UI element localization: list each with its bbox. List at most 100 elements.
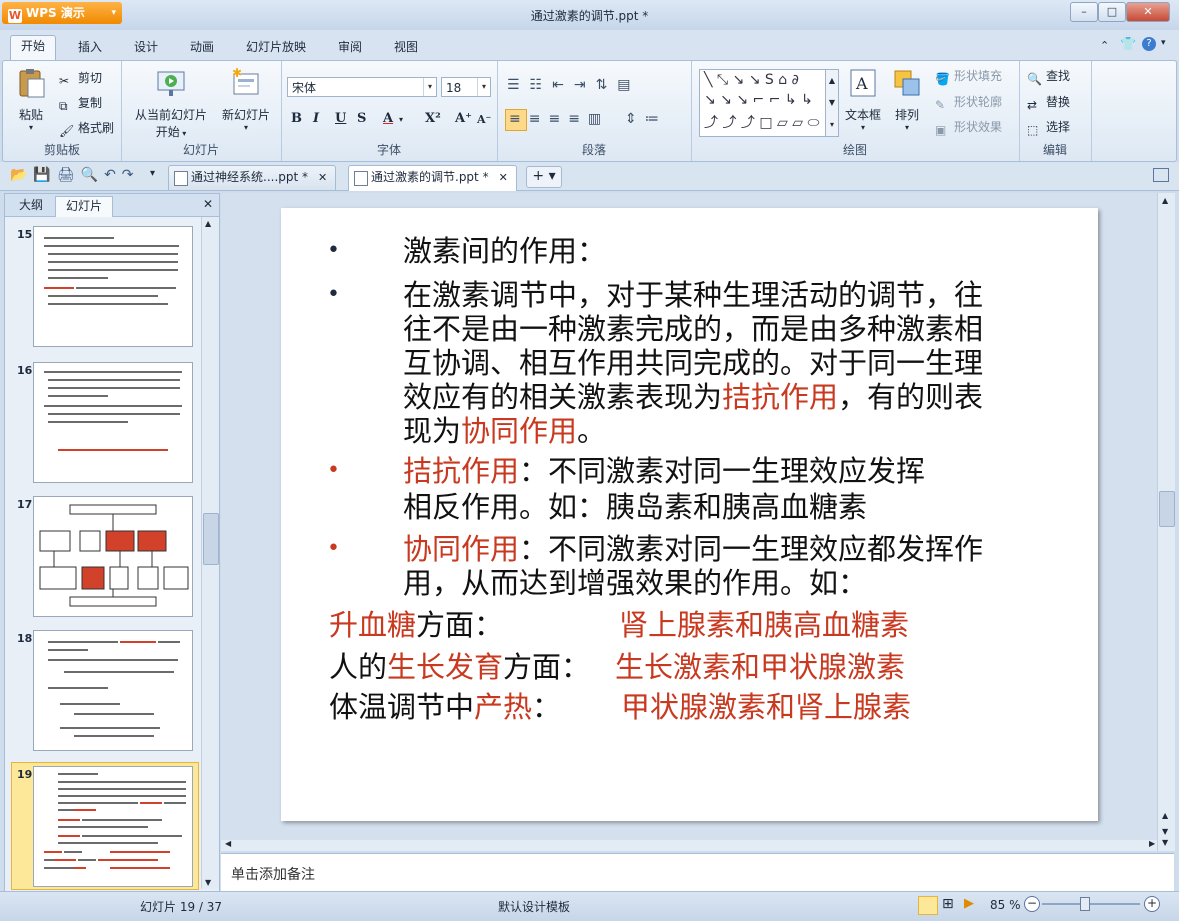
- zoom-slider-thumb[interactable]: [1080, 897, 1090, 911]
- slide-text-line[interactable]: 拮抗作用：不同激素对同一生理效应发挥: [403, 454, 925, 488]
- shapes-gallery[interactable]: ╲ ⤡ ↘ ↘ S ⌂ ∂ ↘ ↘ ↘ ⌐ ⌐ ↳ ↳ ⤴ ⤴ ⤴ □ ▱ ▱ …: [699, 69, 827, 137]
- copy-button[interactable]: ⧉ 复制: [59, 94, 102, 115]
- shape-fill-button[interactable]: 🪣 形状填充: [935, 67, 1002, 88]
- strikethrough-button[interactable]: S: [357, 111, 366, 126]
- slide-text-line[interactable]: 现为协同作用。: [403, 414, 606, 448]
- slide-thumbnail[interactable]: [33, 496, 193, 617]
- editing-group: 🔍 查找 ⇄ 替换 ⬚ 选择 编辑: [1019, 61, 1092, 161]
- zoom-out-button[interactable]: −: [1024, 896, 1040, 912]
- slide-horizontal-scrollbar[interactable]: ◀ ▶: [221, 839, 1157, 851]
- tab-outline[interactable]: 大纲: [9, 196, 53, 216]
- slide-thumbnail[interactable]: [33, 226, 193, 347]
- scroll-left-icon[interactable]: ◀: [225, 839, 231, 848]
- collapse-ribbon-icon[interactable]: ⌃: [1100, 39, 1109, 52]
- slide-text-line[interactable]: 在激素调节中，对于某种生理活动的调节，往: [403, 278, 983, 312]
- arrow-shape-icon[interactable]: ↘ ↘ ↘ ⌐ ⌐ ↳ ↳: [704, 92, 813, 108]
- arrange-button[interactable]: 排列 ▾: [887, 67, 927, 132]
- shape-effect-button[interactable]: ▣ 形状效果: [935, 118, 1002, 139]
- italic-button[interactable]: I: [313, 111, 319, 126]
- slide-text-line[interactable]: 用，从而达到增强效果的作用。如：: [403, 566, 867, 600]
- scroll-down-icon[interactable]: ▼: [1162, 827, 1168, 836]
- superscript-button[interactable]: X²: [425, 111, 441, 126]
- restore-pane-icon[interactable]: [1153, 168, 1169, 182]
- tab-slideshow[interactable]: 幻灯片放映: [236, 37, 316, 59]
- quick-access-toolbar[interactable]: 📂💾🖨🔍↶↷: [10, 167, 140, 183]
- tab-review[interactable]: 审阅: [328, 37, 372, 59]
- find-button[interactable]: 🔍 查找: [1027, 67, 1070, 88]
- slide-text-line[interactable]: 相反作用。如：胰岛素和胰高血糖素: [403, 490, 867, 524]
- font-size-select[interactable]: 18 ▾: [441, 77, 491, 97]
- grow-font-button[interactable]: A⁺: [455, 111, 472, 126]
- slides-pane-scrollbar[interactable]: ▲ ▼: [201, 217, 219, 889]
- slide-text-line[interactable]: 体温调节中产热： 甲状腺激素和肾上腺素: [329, 690, 911, 724]
- font-name-select[interactable]: 宋体 ▾: [287, 77, 437, 97]
- tab-slides[interactable]: 幻灯片: [55, 196, 114, 217]
- tab-animation[interactable]: 动画: [180, 37, 224, 59]
- slide-vertical-scrollbar[interactable]: ▲ ▲ ▼ ▼: [1157, 193, 1175, 851]
- line-shape-icon[interactable]: ╲ ⤡ ↘ ↘ S ⌂ ∂: [704, 72, 799, 88]
- tab-home[interactable]: 开始: [10, 35, 57, 61]
- zoom-slider-track[interactable]: [1042, 903, 1140, 905]
- normal-view-icon[interactable]: [918, 896, 938, 915]
- slide-text-line[interactable]: 升血糖方面： 肾上腺素和胰高血糖素: [329, 608, 909, 642]
- zoom-in-button[interactable]: +: [1144, 896, 1160, 912]
- new-slide-button[interactable]: ✱ 新幻灯片 ▾: [217, 66, 275, 132]
- font-color-button[interactable]: A: [383, 111, 393, 126]
- help-dropdown-icon[interactable]: ▾: [1161, 38, 1166, 48]
- slide-text-line[interactable]: 协同作用：不同激素对同一生理效应都发挥作: [403, 532, 983, 566]
- close-tab-icon[interactable]: ✕: [318, 171, 327, 184]
- close-button[interactable]: ✕: [1126, 2, 1170, 22]
- bold-button[interactable]: B: [291, 111, 302, 126]
- close-tab-icon[interactable]: ✕: [499, 171, 508, 184]
- next-slide-icon[interactable]: ▼: [1162, 838, 1168, 847]
- maximize-button[interactable]: □: [1098, 2, 1126, 22]
- skin-icon[interactable]: 👕: [1120, 37, 1136, 52]
- notes-pane[interactable]: 单击添加备注: [221, 853, 1174, 891]
- scroll-down-icon[interactable]: ▼: [205, 878, 211, 887]
- cut-button[interactable]: ✂ 剪切: [59, 69, 102, 90]
- textbox-button[interactable]: A 文本框 ▾: [841, 67, 885, 132]
- doc-tab-1[interactable]: 通过神经系统....ppt * ✕: [168, 165, 337, 190]
- slide-text-line[interactable]: 人的生长发育方面： 生长激素和甲状腺激素: [329, 650, 905, 684]
- play-from-current-button[interactable]: 从当前幻灯片 开始 ▾: [127, 67, 215, 140]
- scrollbar-thumb[interactable]: [203, 513, 219, 565]
- chevron-down-icon[interactable]: ▾: [399, 115, 403, 124]
- scroll-right-icon[interactable]: ▶: [1149, 839, 1155, 848]
- slide-text-line[interactable]: 效应有的相关激素表现为拮抗作用，有的则表: [403, 380, 983, 414]
- slide-text-line[interactable]: 激素间的作用：: [403, 234, 606, 268]
- previous-slide-icon[interactable]: ▲: [1162, 811, 1168, 820]
- select-button[interactable]: ⬚ 选择: [1027, 118, 1070, 139]
- scroll-up-icon[interactable]: ▲: [1162, 196, 1168, 205]
- scroll-up-icon[interactable]: ▲: [205, 219, 211, 228]
- slide-thumbnail[interactable]: [33, 630, 193, 751]
- slide-text-line[interactable]: 互协调、相互作用共同完成的。对于同一生理: [403, 346, 983, 380]
- rect-shape-icon[interactable]: ⤴ ⤴ ⤴ □ ▱ ▱ ⬭: [704, 112, 819, 132]
- tab-insert[interactable]: 插入: [68, 37, 112, 59]
- new-tab-button[interactable]: + ▾: [526, 166, 562, 188]
- shape-outline-button[interactable]: ✎ 形状轮廓: [935, 93, 1002, 114]
- align-buttons[interactable]: ≡≡≡≡▥: [509, 111, 609, 127]
- tab-design[interactable]: 设计: [124, 37, 168, 59]
- slide-thumbnail[interactable]: [33, 362, 193, 483]
- help-icon[interactable]: ?: [1142, 37, 1156, 51]
- format-painter-button[interactable]: 🖌 格式刷: [59, 119, 114, 140]
- scrollbar-thumb[interactable]: [1159, 491, 1175, 527]
- close-pane-icon[interactable]: ✕: [203, 197, 213, 211]
- spacing-buttons[interactable]: ⇕≔: [625, 111, 667, 127]
- paste-button[interactable]: 粘贴 ▾: [11, 67, 51, 132]
- tab-view[interactable]: 视图: [384, 37, 428, 59]
- slide-text-line[interactable]: 往不是由一种激素完成的，而是由多种激素相: [403, 312, 983, 346]
- shrink-font-button[interactable]: A⁻: [477, 113, 491, 126]
- svg-text:✱: ✱: [232, 67, 242, 80]
- minimize-button[interactable]: –: [1070, 2, 1098, 22]
- underline-button[interactable]: U: [335, 111, 346, 126]
- slide-canvas[interactable]: • • • • 激素间的作用： 在激素调节中，对于某种生理活动的调节，往 往不是…: [281, 208, 1098, 821]
- slide-thumbnail-selected[interactable]: [33, 766, 193, 887]
- doc-tab-2[interactable]: 通过激素的调节.ppt * ✕: [348, 165, 517, 191]
- customize-toolbar-icon[interactable]: ▾: [150, 168, 155, 179]
- list-buttons[interactable]: ☰☷⇤⇥⇅▤: [507, 77, 641, 93]
- slideshow-icon[interactable]: ▶: [964, 896, 974, 911]
- slide-sorter-icon[interactable]: ⊞: [942, 896, 954, 912]
- replace-button[interactable]: ⇄ 替换: [1027, 93, 1070, 114]
- shapes-scroll[interactable]: ▲ ▼ ▾: [825, 69, 839, 137]
